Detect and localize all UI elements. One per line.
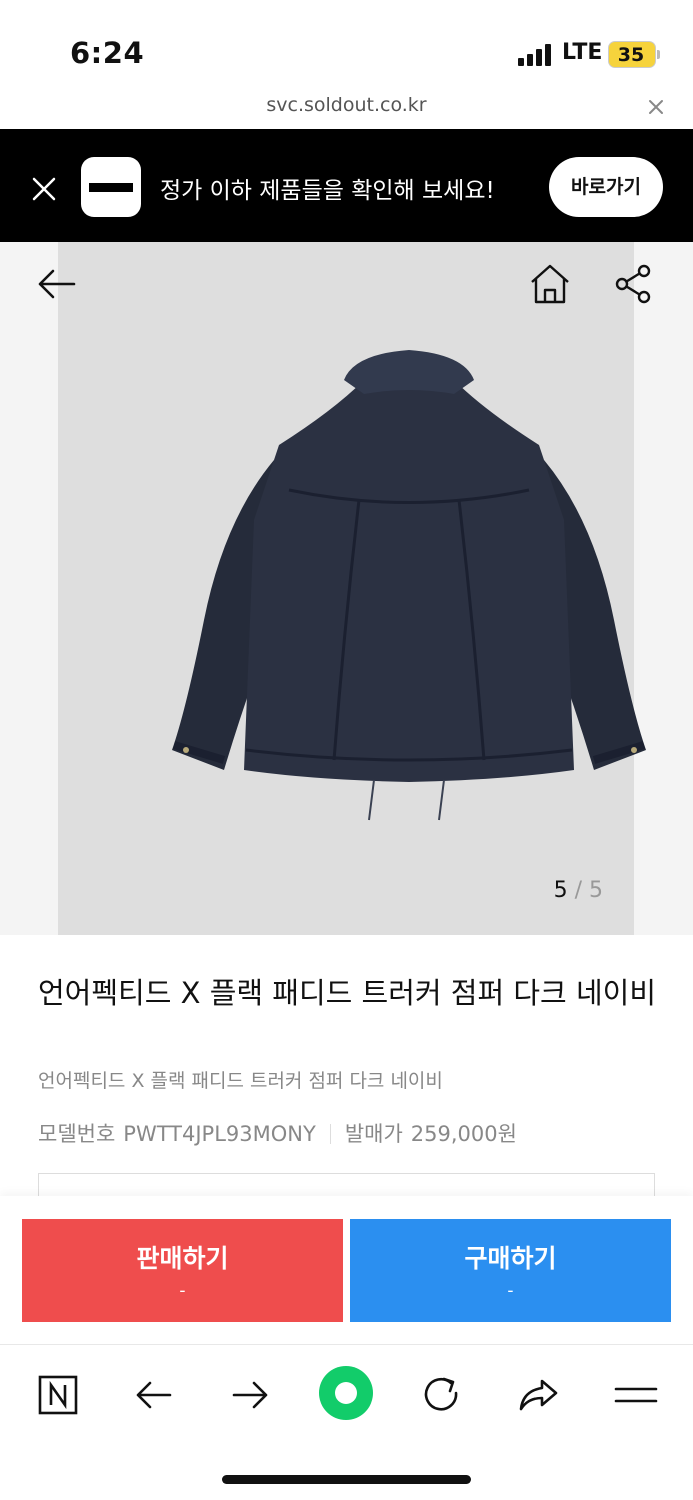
product-image[interactable]: 5 / 5 — [58, 242, 646, 935]
app-logo — [81, 157, 141, 217]
product-gallery[interactable]: 5 / 5 — [0, 242, 693, 935]
image-page-indicator: 5 / 5 — [554, 878, 603, 903]
meta-divider — [329, 1124, 331, 1144]
model-label: 모델번호 — [38, 1122, 116, 1146]
share-icon[interactable] — [612, 262, 656, 306]
home-icon[interactable] — [528, 262, 572, 306]
banner-go-button[interactable]: 바로가기 — [549, 157, 663, 217]
total-images: 5 — [589, 878, 603, 903]
buy-button[interactable]: 구매하기 - — [350, 1219, 671, 1322]
battery-tip — [657, 50, 660, 59]
back-arrow-icon[interactable] — [34, 262, 78, 306]
status-bar: 6:24 LTE 35 — [0, 0, 693, 88]
release-price-label: 발매가 — [344, 1122, 403, 1146]
menu-icon[interactable] — [612, 1371, 660, 1419]
jacket-image — [172, 350, 646, 821]
url-bar[interactable]: svc.soldout.co.kr — [0, 88, 693, 129]
back-arrow-icon[interactable] — [130, 1371, 178, 1419]
banner-text: 정가 이하 제품들을 확인해 보세요! — [160, 178, 495, 204]
buy-label: 구매하기 — [464, 1244, 557, 1273]
share-icon[interactable] — [514, 1371, 562, 1419]
network-type: LTE — [562, 40, 603, 65]
close-icon[interactable] — [30, 175, 58, 203]
url-text[interactable]: svc.soldout.co.kr — [0, 94, 693, 116]
sell-price: - — [179, 1281, 186, 1301]
forward-arrow-icon[interactable] — [226, 1371, 274, 1419]
release-price: 259,000원 — [410, 1122, 517, 1146]
current-image-index: 5 — [553, 878, 568, 903]
action-bar: 판매하기 - 구매하기 - — [0, 1196, 693, 1344]
product-meta: 모델번호 PWTT4JPL93MONY 발매가 259,000원 — [38, 1118, 517, 1148]
buy-price: - — [507, 1281, 514, 1301]
sell-label: 판매하기 — [136, 1244, 229, 1273]
status-time: 6:24 — [70, 36, 145, 70]
battery-icon: 35 — [608, 41, 656, 68]
naver-n-icon[interactable] — [34, 1371, 82, 1419]
green-dot-icon[interactable] — [318, 1365, 374, 1421]
product-subtitle: 언어펙티드 X 플랙 패디드 트러커 점퍼 다크 네이비 — [38, 1070, 443, 1092]
index-separator: / — [574, 878, 582, 903]
model-number: PWTT4JPL93MONY — [123, 1122, 316, 1146]
home-indicator[interactable] — [222, 1475, 471, 1484]
battery-level: 35 — [617, 44, 645, 66]
promo-banner: 정가 이하 제품들을 확인해 보세요! 바로가기 — [0, 129, 693, 242]
reload-icon[interactable] — [418, 1371, 466, 1419]
signal-icon — [518, 44, 554, 66]
sell-button[interactable]: 판매하기 - — [22, 1219, 343, 1322]
close-icon[interactable] — [645, 96, 667, 118]
product-title: 언어펙티드 X 플랙 패디드 트러커 점퍼 다크 네이비 — [38, 976, 656, 1010]
